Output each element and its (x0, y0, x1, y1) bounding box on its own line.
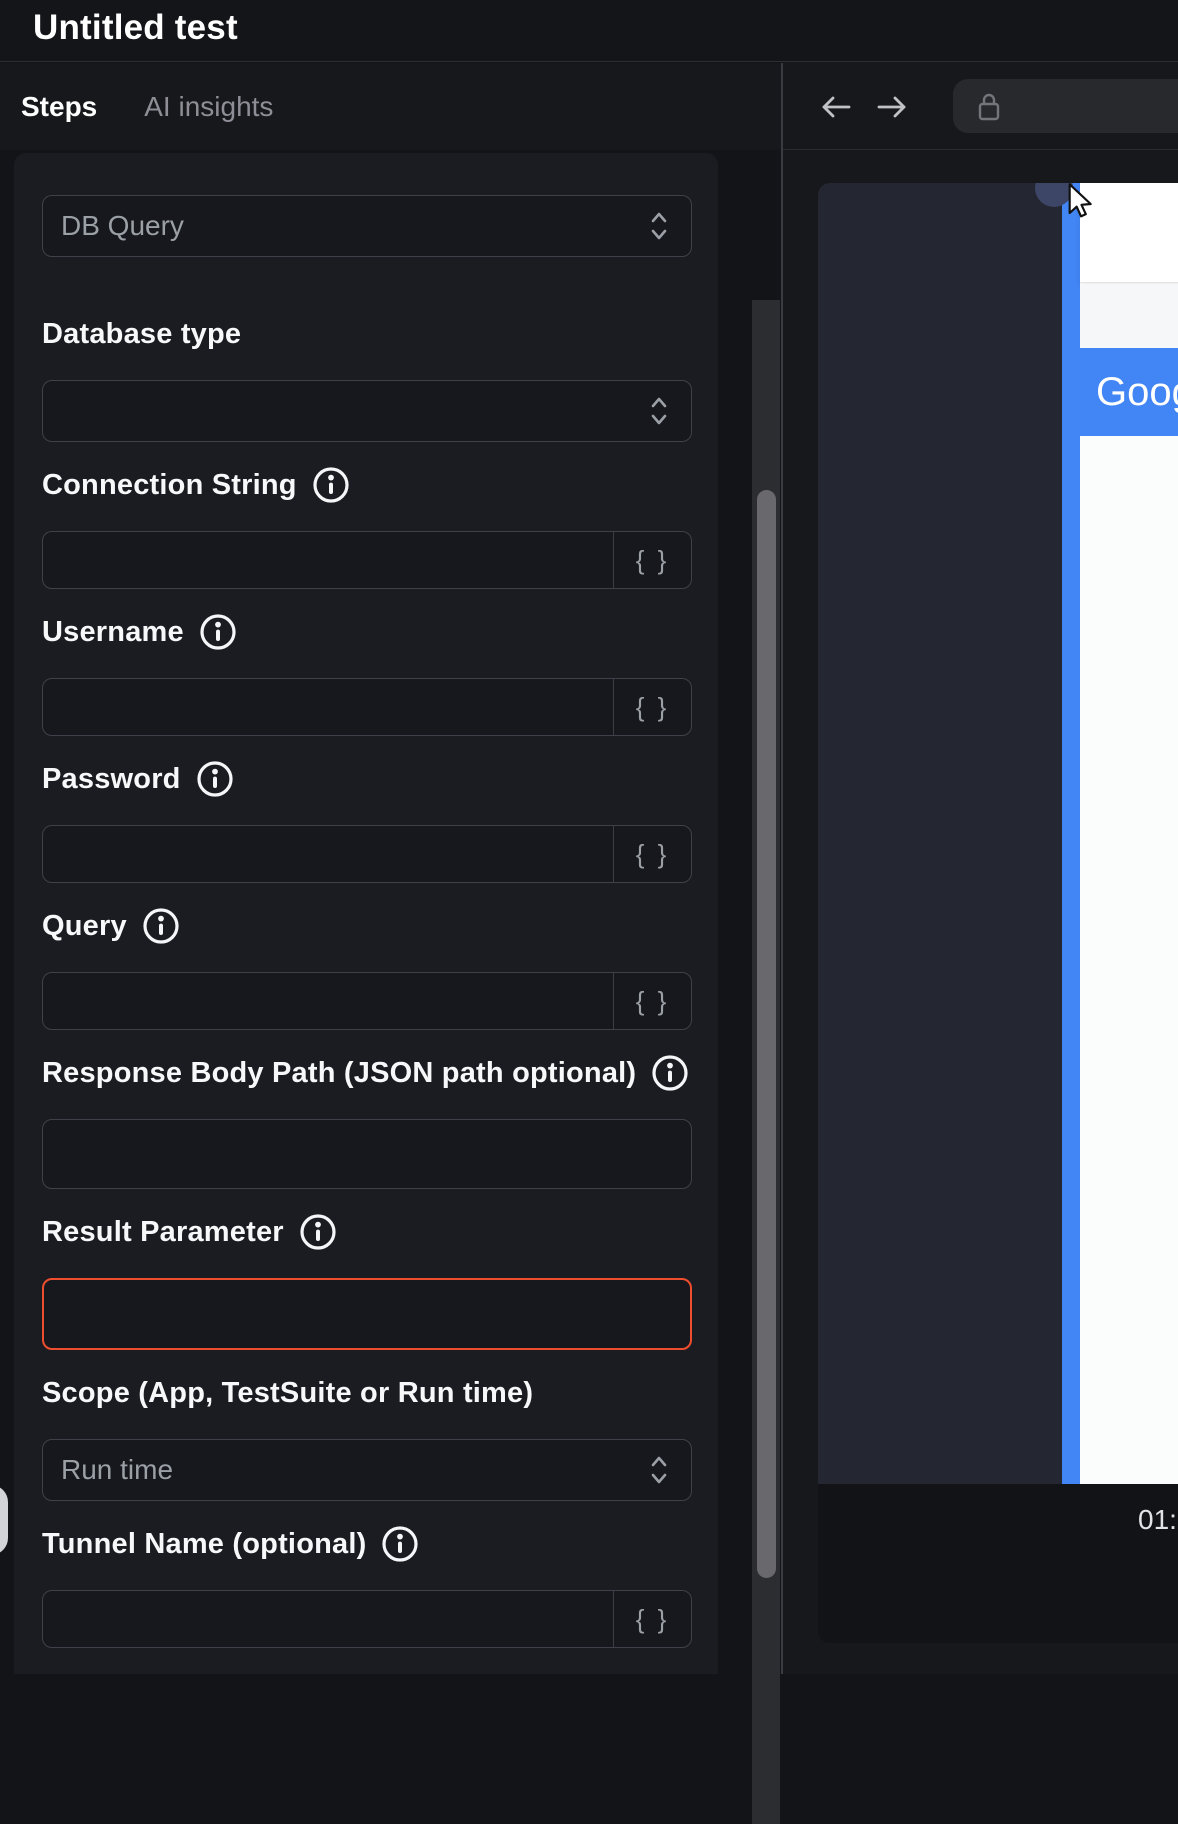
lock-icon (975, 90, 1003, 124)
webpage-subheader-band (1080, 284, 1178, 348)
step-type-select[interactable]: DB Query (42, 195, 692, 257)
tab-ai-insights[interactable]: AI insights (144, 91, 273, 123)
scope-select-value: Run time (61, 1454, 649, 1486)
field-label-text: Password (42, 763, 181, 796)
chevron-updown-icon (649, 209, 669, 243)
connection-string-input-group: { } (42, 531, 692, 589)
field-label-text: Query (42, 910, 127, 943)
braces-icon: { } (636, 692, 670, 723)
tab-steps[interactable]: Steps (21, 91, 97, 123)
field-label: Scope (App, TestSuite or Run time) (42, 1373, 692, 1413)
field-label: Database type (42, 314, 692, 354)
playback-timestamp: 01: (1138, 1504, 1177, 1536)
form-scrollbar-track[interactable] (752, 300, 780, 1824)
scope-select[interactable]: Run time (42, 1439, 692, 1501)
browser-toolbar (783, 62, 1178, 150)
query-input-group: { } (42, 972, 692, 1030)
info-icon[interactable] (650, 1053, 690, 1093)
query-input[interactable] (43, 973, 613, 1029)
insert-variable-button[interactable]: { } (613, 1591, 691, 1647)
step-type-select-value: DB Query (61, 210, 649, 242)
previewed-webpage: Goog (818, 183, 1178, 1484)
test-preview-viewport[interactable]: Goog 01: (818, 183, 1178, 1643)
field-username: Username { } (42, 612, 692, 736)
playback-timeline[interactable]: 01: (818, 1484, 1178, 1643)
insert-variable-button[interactable]: { } (613, 826, 691, 882)
form-scrollbar-thumb[interactable] (757, 490, 776, 1578)
password-input[interactable] (43, 826, 613, 882)
chevron-updown-icon (649, 1453, 669, 1487)
tunnel-name-input[interactable] (43, 1591, 613, 1647)
tunnel-name-input-group: { } (42, 1590, 692, 1648)
field-scope: Scope (App, TestSuite or Run time) Run t… (42, 1373, 692, 1501)
field-label: Tunnel Name (optional) (42, 1524, 692, 1564)
webpage-content-column: Goog (1080, 183, 1178, 1484)
database-type-select[interactable] (42, 380, 692, 442)
title-bar: Untitled test (0, 0, 1178, 62)
step-config-form: DB Query Database type Connection String (14, 153, 718, 1674)
field-label-text: Connection String (42, 469, 297, 502)
result-parameter-input[interactable] (44, 1280, 690, 1348)
cursor-pointer-icon (1061, 183, 1101, 221)
field-label-text: Tunnel Name (optional) (42, 1528, 366, 1561)
tab-bar: Steps AI insights (0, 63, 781, 150)
response-body-path-input[interactable] (43, 1120, 691, 1188)
address-bar[interactable] (953, 79, 1178, 133)
field-password: Password { } (42, 759, 692, 883)
field-label: Password (42, 759, 692, 799)
google-signin-banner: Goog (1078, 348, 1178, 436)
result-parameter-input-group (42, 1278, 692, 1350)
field-tunnel-name: Tunnel Name (optional) { } (42, 1524, 692, 1648)
field-label: Username (42, 612, 692, 652)
field-result-parameter: Result Parameter (42, 1212, 692, 1350)
chevron-updown-icon (649, 394, 669, 428)
info-icon[interactable] (141, 906, 181, 946)
insert-variable-button[interactable]: { } (613, 532, 691, 588)
field-connection-string: Connection String { } (42, 465, 692, 589)
browser-preview-panel: Goog 01: (783, 62, 1178, 1674)
braces-icon: { } (636, 986, 670, 1017)
info-icon[interactable] (311, 465, 351, 505)
connection-string-input[interactable] (43, 532, 613, 588)
braces-icon: { } (636, 1604, 670, 1635)
field-response-body-path: Response Body Path (JSON path optional) (42, 1053, 692, 1189)
field-label-text: Database type (42, 318, 241, 351)
field-label: Query (42, 906, 692, 946)
username-input-group: { } (42, 678, 692, 736)
field-database-type: Database type (42, 314, 692, 442)
field-label: Result Parameter (42, 1212, 692, 1252)
field-label: Connection String (42, 465, 692, 505)
webpage-dark-region (818, 183, 1062, 1484)
field-label-text: Username (42, 616, 184, 649)
field-label-text: Scope (App, TestSuite or Run time) (42, 1377, 533, 1410)
page-title: Untitled test (33, 0, 238, 56)
braces-icon: { } (636, 545, 670, 576)
info-icon[interactable] (380, 1524, 420, 1564)
info-icon[interactable] (198, 612, 238, 652)
field-label-text: Response Body Path (JSON path optional) (42, 1057, 636, 1090)
insert-variable-button[interactable]: { } (613, 679, 691, 735)
username-input[interactable] (43, 679, 613, 735)
response-body-path-input-group (42, 1119, 692, 1189)
braces-icon: { } (636, 839, 670, 870)
field-query: Query { } (42, 906, 692, 1030)
info-icon[interactable] (298, 1212, 338, 1252)
field-label: Response Body Path (JSON path optional) (42, 1053, 692, 1093)
back-arrow-icon[interactable] (819, 90, 853, 124)
insert-variable-button[interactable]: { } (613, 973, 691, 1029)
field-label-text: Result Parameter (42, 1216, 284, 1249)
forward-arrow-icon[interactable] (875, 90, 909, 124)
info-icon[interactable] (195, 759, 235, 799)
password-input-group: { } (42, 825, 692, 883)
steps-panel: DB Query Database type Connection String (0, 150, 781, 1674)
